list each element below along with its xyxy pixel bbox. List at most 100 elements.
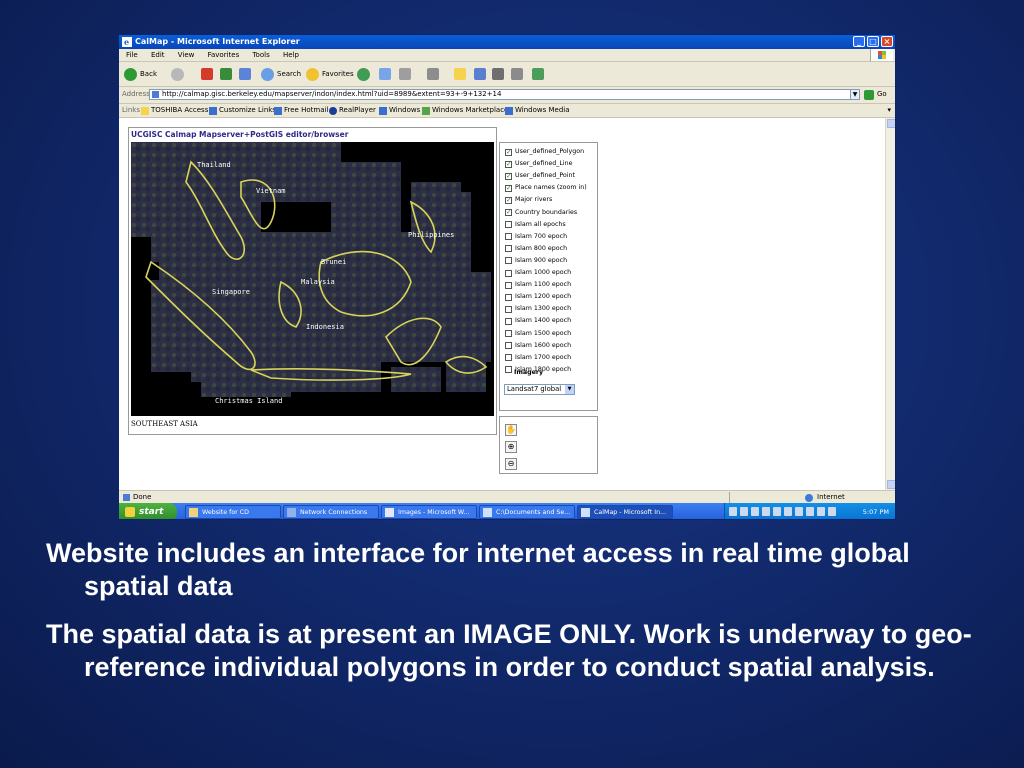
imagery-select[interactable]: Landsat7 global ▼	[504, 384, 575, 395]
checkbox-unchecked-icon[interactable]	[505, 342, 512, 350]
tray-security-icon[interactable]	[751, 507, 759, 516]
link-free-hotmail[interactable]: Free Hotmail	[274, 104, 328, 117]
address-dropdown-button[interactable]: ▼	[850, 89, 860, 100]
checkbox-checked-icon[interactable]: ✓	[505, 209, 512, 216]
stop-button[interactable]	[201, 67, 213, 81]
task-website-for-cd[interactable]: Website for CD	[185, 505, 281, 519]
tray-app-icon[interactable]	[795, 507, 803, 516]
layer-toggle[interactable]: ✓ Country boundaries	[505, 208, 577, 218]
vertical-scrollbar[interactable]	[885, 118, 895, 490]
tray-battery-icon[interactable]	[773, 507, 781, 516]
pan-hand-icon[interactable]: ✋	[505, 424, 517, 436]
layer-toggle[interactable]: Islam 1000 epoch	[505, 268, 571, 278]
messenger-people-button[interactable]	[532, 67, 544, 81]
layer-toggle[interactable]: Islam 1500 epoch	[505, 329, 571, 339]
tray-shield-icon[interactable]	[828, 507, 836, 516]
layer-toggle[interactable]: ✓ User_defined_Point	[505, 171, 575, 181]
layer-toggle[interactable]: ✓ Major rivers	[505, 195, 552, 205]
close-button[interactable]: ×	[881, 36, 893, 47]
layer-toggle[interactable]: Islam 1800 epoch	[505, 365, 571, 375]
tray-wireless-icon[interactable]	[806, 507, 814, 516]
checkbox-checked-icon[interactable]: ✓	[505, 148, 512, 156]
scroll-down-icon[interactable]	[887, 480, 895, 489]
satellite-map[interactable]: Thailand Vietnam Philippines Brunei Mala…	[131, 142, 494, 416]
checkbox-unchecked-icon[interactable]	[505, 257, 512, 265]
back-button[interactable]: Back	[124, 67, 157, 81]
tray-volume-icon[interactable]	[762, 507, 770, 516]
checkbox-unchecked-icon[interactable]	[505, 366, 512, 374]
task-documents[interactable]: C:\Documents and Se...	[479, 505, 575, 519]
link-windows-media[interactable]: Windows Media	[505, 104, 570, 117]
start-button[interactable]: start	[119, 503, 177, 519]
tray-network-icon[interactable]	[740, 507, 748, 516]
chevron-down-icon[interactable]: ▼	[565, 385, 574, 394]
checkbox-unchecked-icon[interactable]	[505, 305, 512, 313]
menu-file[interactable]: File	[126, 51, 138, 59]
checkbox-checked-icon[interactable]: ✓	[505, 172, 512, 180]
checkbox-unchecked-icon[interactable]	[505, 354, 512, 362]
favorites-button[interactable]: Favorites	[306, 67, 354, 81]
window-titlebar[interactable]: e CalMap - Microsoft Internet Explorer _…	[119, 35, 895, 49]
menu-favorites[interactable]: Favorites	[208, 51, 240, 59]
checkbox-unchecked-icon[interactable]	[505, 233, 512, 241]
layer-toggle[interactable]: Islam 1200 epoch	[505, 292, 571, 302]
messenger-button[interactable]	[492, 67, 504, 81]
tray-search-icon[interactable]	[817, 507, 825, 516]
layer-toggle[interactable]: Islam 1600 epoch	[505, 341, 571, 351]
address-input[interactable]: http://calmap.gisc.berkeley.edu/mapserve…	[149, 89, 857, 100]
print-button[interactable]	[399, 67, 411, 81]
maximize-button[interactable]: □	[867, 36, 879, 47]
checkbox-unchecked-icon[interactable]	[505, 330, 512, 337]
checkbox-unchecked-icon[interactable]	[505, 245, 512, 253]
layer-toggle[interactable]: Islam 1300 epoch	[505, 304, 571, 314]
checkbox-unchecked-icon[interactable]	[505, 281, 512, 289]
link-customize-links[interactable]: Customize Links	[209, 104, 276, 117]
menu-edit[interactable]: Edit	[151, 51, 165, 59]
mail-button[interactable]	[379, 67, 391, 81]
layer-toggle[interactable]: ✓ Place names (zoom in)	[505, 183, 587, 193]
task-calmap[interactable]: CalMap - Microsoft In...	[577, 505, 673, 519]
checkbox-unchecked-icon[interactable]	[505, 269, 512, 277]
scroll-up-icon[interactable]	[887, 119, 895, 128]
layer-toggle[interactable]: Islam 900 epoch	[505, 256, 567, 266]
layer-toggle[interactable]: ✓ User_defined_Polygon	[505, 147, 584, 157]
checkbox-unchecked-icon[interactable]	[505, 221, 512, 229]
checkbox-checked-icon[interactable]: ✓	[505, 184, 512, 192]
checkbox-checked-icon[interactable]: ✓	[505, 160, 512, 168]
tray-display-icon[interactable]	[784, 507, 792, 516]
research-button[interactable]	[474, 67, 486, 81]
menu-help[interactable]: Help	[283, 51, 299, 59]
go-button[interactable]: Go	[877, 90, 887, 98]
forward-button[interactable]	[171, 67, 187, 81]
layer-toggle[interactable]: Islam 800 epoch	[505, 244, 567, 254]
layer-toggle[interactable]: Islam 700 epoch	[505, 232, 567, 242]
search-button[interactable]: Search	[261, 67, 301, 81]
minimize-button[interactable]: _	[853, 36, 865, 47]
layer-toggle[interactable]: Islam all epochs	[505, 220, 566, 230]
link-toshiba-access[interactable]: TOSHIBA Access	[141, 104, 208, 117]
discuss-button[interactable]	[511, 67, 523, 81]
layer-toggle[interactable]: Islam 1400 epoch	[505, 316, 571, 326]
layer-toggle[interactable]: Islam 1100 epoch	[505, 280, 571, 290]
home-button[interactable]	[239, 67, 251, 81]
checkbox-unchecked-icon[interactable]	[505, 317, 512, 325]
folder-button[interactable]	[454, 67, 466, 81]
link-windows[interactable]: Windows	[379, 104, 420, 117]
tray-arrow-icon[interactable]	[729, 507, 737, 516]
zoom-out-icon[interactable]: ⊖	[505, 458, 517, 470]
layer-toggle[interactable]: Islam 1700 epoch	[505, 353, 571, 363]
link-windows-marketplace[interactable]: Windows Marketplace	[422, 104, 508, 117]
go-arrow-icon[interactable]	[864, 90, 874, 100]
link-realplayer[interactable]: RealPlayer	[329, 104, 376, 117]
edit-button[interactable]	[427, 67, 439, 81]
task-network-connections[interactable]: Network Connections	[283, 505, 379, 519]
menu-view[interactable]: View	[178, 51, 195, 59]
menu-tools[interactable]: Tools	[252, 51, 269, 59]
checkbox-unchecked-icon[interactable]	[505, 293, 512, 301]
refresh-button[interactable]	[220, 67, 232, 81]
zoom-in-icon[interactable]: ⊕	[505, 441, 517, 453]
history-button[interactable]	[357, 67, 373, 81]
checkbox-checked-icon[interactable]: ✓	[505, 196, 512, 204]
links-extension-icon[interactable]: ▾	[887, 104, 891, 117]
layer-toggle[interactable]: ✓ User_defined_Line	[505, 159, 572, 169]
